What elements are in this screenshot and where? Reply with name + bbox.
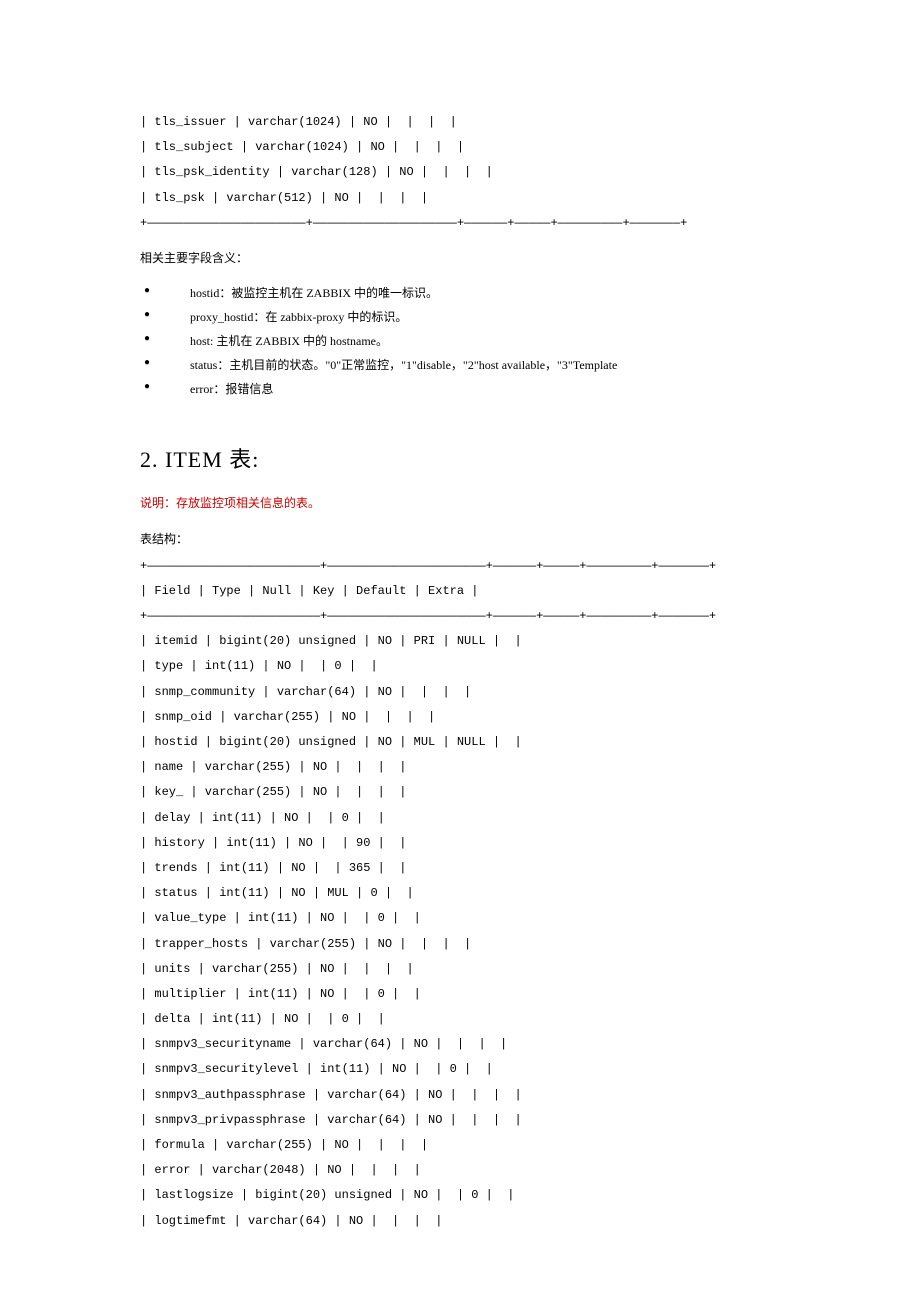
item-table-row: | snmp_oid | varchar(255) | NO | | | |: [140, 705, 780, 730]
item-table-row: | logtimefmt | varchar(64) | NO | | | |: [140, 1209, 780, 1234]
item-table-row: | key_ | varchar(255) | NO | | | |: [140, 780, 780, 805]
section-title-item-table: 2. ITEM 表:: [140, 437, 780, 483]
struct-label: 表结构：: [140, 527, 780, 552]
item-table-row: | itemid | bigint(20) unsigned | NO | PR…: [140, 629, 780, 654]
host-table-row: | tls_subject | varchar(1024) | NO | | |…: [140, 135, 780, 160]
section-desc: 说明：存放监控项相关信息的表。: [140, 491, 780, 516]
item-table-header: | Field | Type | Null | Key | Default | …: [140, 579, 780, 604]
item-table-row: | snmpv3_securitylevel | int(11) | NO | …: [140, 1057, 780, 1082]
item-table-row: | status | int(11) | NO | MUL | 0 | |: [140, 881, 780, 906]
list-item: error：报错信息: [140, 377, 780, 401]
item-table-row: | error | varchar(2048) | NO | | | |: [140, 1158, 780, 1183]
item-table-row: | multiplier | int(11) | NO | | 0 | |: [140, 982, 780, 1007]
item-table-row: | snmpv3_authpassphrase | varchar(64) | …: [140, 1083, 780, 1108]
host-table-sep: +——————————————————————+————————————————…: [140, 211, 780, 236]
item-table-sep: +————————————————————————+——————————————…: [140, 604, 780, 629]
list-item: hostid：被监控主机在 ZABBIX 中的唯一标识。: [140, 281, 780, 305]
item-table-sep: +————————————————————————+——————————————…: [140, 554, 780, 579]
item-table-row: | hostid | bigint(20) unsigned | NO | MU…: [140, 730, 780, 755]
item-table-row: | delay | int(11) | NO | | 0 | |: [140, 806, 780, 831]
item-table-row: | trapper_hosts | varchar(255) | NO | | …: [140, 932, 780, 957]
item-table-row: | formula | varchar(255) | NO | | | |: [140, 1133, 780, 1158]
host-table-row: | tls_psk_identity | varchar(128) | NO |…: [140, 160, 780, 185]
item-table-row: | lastlogsize | bigint(20) unsigned | NO…: [140, 1183, 780, 1208]
item-table-row: | trends | int(11) | NO | | 365 | |: [140, 856, 780, 881]
item-table-row: | value_type | int(11) | NO | | 0 | |: [140, 906, 780, 931]
host-table-row: | tls_issuer | varchar(1024) | NO | | | …: [140, 110, 780, 135]
document-page: | tls_issuer | varchar(1024) | NO | | | …: [0, 0, 920, 1302]
item-table-row: | history | int(11) | NO | | 90 | |: [140, 831, 780, 856]
bullet-list: hostid：被监控主机在 ZABBIX 中的唯一标识。 proxy_hosti…: [140, 281, 780, 401]
fields-meaning-heading: 相关主要字段含义：: [140, 246, 780, 271]
item-table-row: | snmp_community | varchar(64) | NO | | …: [140, 680, 780, 705]
item-table-row: | name | varchar(255) | NO | | | |: [140, 755, 780, 780]
list-item: host: 主机在 ZABBIX 中的 hostname。: [140, 329, 780, 353]
item-table-row: | units | varchar(255) | NO | | | |: [140, 957, 780, 982]
list-item: status：主机目前的状态。"0"正常监控，"1"disable，"2"hos…: [140, 353, 780, 377]
list-item: proxy_hostid：在 zabbix-proxy 中的标识。: [140, 305, 780, 329]
item-table-row: | snmpv3_securityname | varchar(64) | NO…: [140, 1032, 780, 1057]
host-table-row: | tls_psk | varchar(512) | NO | | | |: [140, 186, 780, 211]
item-table-row: | type | int(11) | NO | | 0 | |: [140, 654, 780, 679]
item-table-row: | snmpv3_privpassphrase | varchar(64) | …: [140, 1108, 780, 1133]
item-table-row: | delta | int(11) | NO | | 0 | |: [140, 1007, 780, 1032]
